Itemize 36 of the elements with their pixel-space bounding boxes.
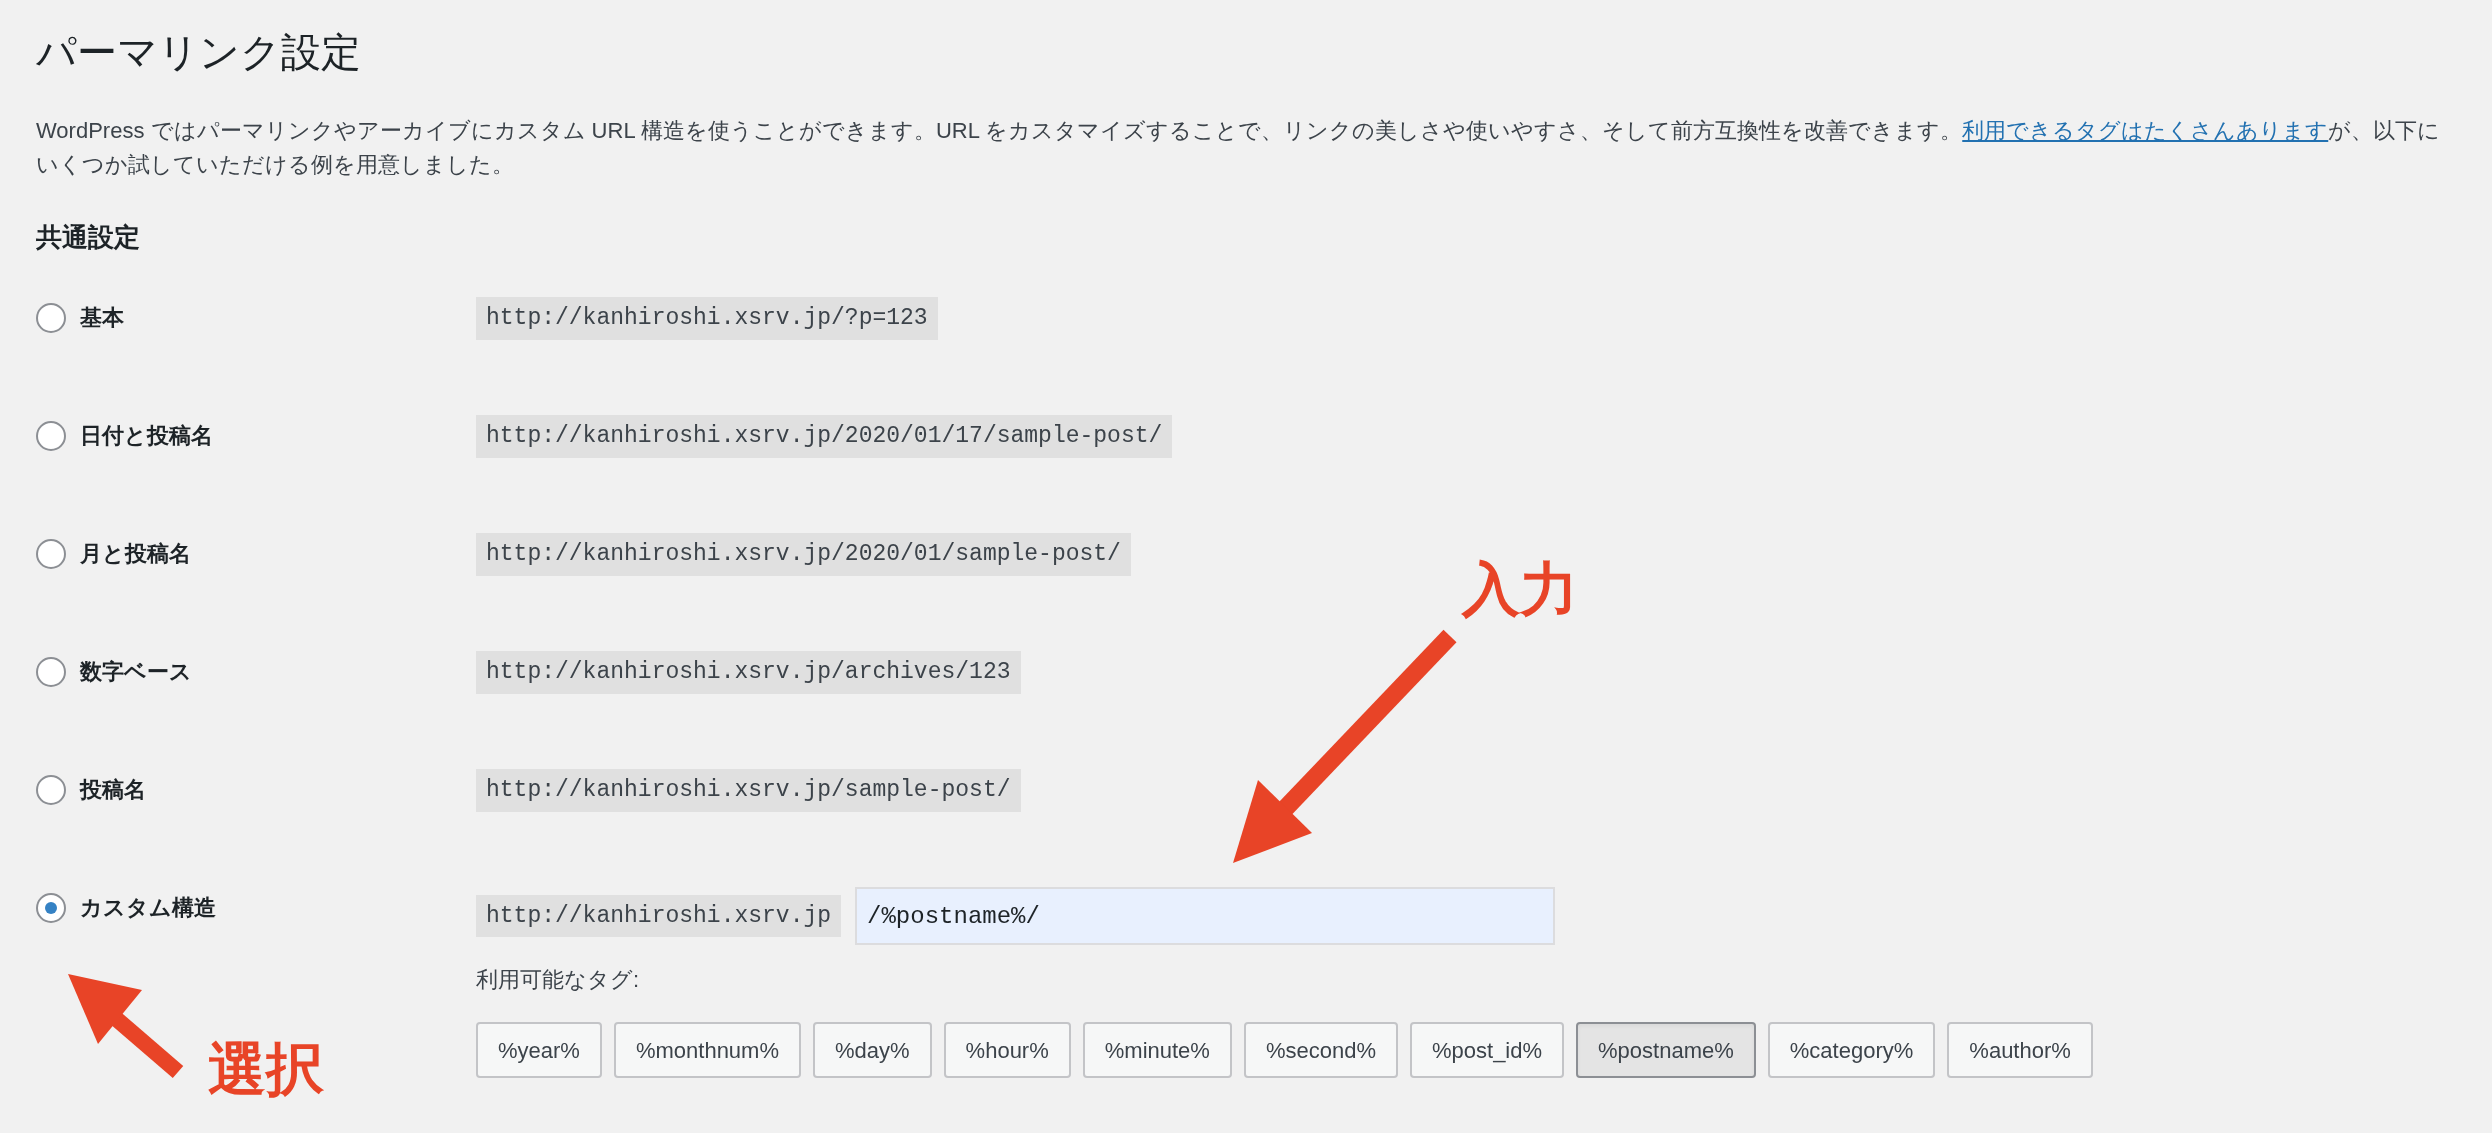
intro-paragraph: WordPress ではパーマリンクやアーカイブにカスタム URL 構造を使うことができます。URL をカスタマイズすることで、リンクの美しさや使いやすさ、そして前方互換性を改善できます。利用できるタグはたくさんありますが、以下にいくつか試していただける例を用意しました。 bbox=[36, 117, 2442, 179]
section-title: 共通設定 bbox=[36, 221, 140, 254]
page-title: パーマリンク設定 bbox=[36, 29, 361, 76]
option-label: 月と投稿名 bbox=[80, 540, 191, 568]
url-example: http://kanhiroshi.xsrv.jp/sample-post/ bbox=[476, 769, 1021, 812]
annotation-text: 選択 bbox=[208, 1040, 324, 1098]
tag-button[interactable]: %minute% bbox=[1082, 1022, 1232, 1078]
option-label: 基本 bbox=[80, 304, 124, 332]
tags-link[interactable]: 利用できるタグはたくさんあります bbox=[1962, 118, 2329, 143]
tag-button[interactable]: %monthnum% bbox=[613, 1022, 801, 1078]
url-example: http://kanhiroshi.xsrv.jp/?p=123 bbox=[476, 297, 938, 340]
url-example: http://kanhiroshi.xsrv.jp/2020/01/17/sample-post/ bbox=[476, 415, 1173, 458]
radio-button[interactable] bbox=[36, 538, 66, 569]
custom-structure-field[interactable]: /%postname%/ bbox=[855, 887, 1556, 945]
tag-button[interactable]: %author% bbox=[1947, 1022, 2093, 1078]
tag-button[interactable]: %year% bbox=[476, 1022, 602, 1078]
tag-button[interactable]: %hour% bbox=[943, 1022, 1071, 1078]
tags-label: 利用可能なタグ: bbox=[476, 966, 640, 994]
radio-button[interactable] bbox=[36, 656, 66, 687]
option-label: 日付と投稿名 bbox=[80, 422, 213, 450]
url-prefix: http://kanhiroshi.xsrv.jp bbox=[476, 894, 842, 938]
radio-button[interactable] bbox=[36, 302, 66, 333]
tag-button[interactable]: %day% bbox=[813, 1022, 932, 1078]
tag-button[interactable]: %category% bbox=[1767, 1022, 1936, 1078]
option-label: 投稿名 bbox=[80, 776, 146, 804]
annotation-text: 入力 bbox=[1462, 560, 1578, 618]
option-label: カスタム構造 bbox=[80, 894, 216, 922]
url-example: http://kanhiroshi.xsrv.jp/archives/123 bbox=[476, 651, 1021, 694]
radio-button[interactable] bbox=[36, 774, 66, 805]
tag-button[interactable]: %second% bbox=[1243, 1022, 1398, 1078]
tag-button[interactable]: %post_id% bbox=[1410, 1022, 1565, 1078]
url-example: http://kanhiroshi.xsrv.jp/2020/01/sample-post/ bbox=[476, 533, 1131, 576]
radio-button[interactable] bbox=[36, 892, 66, 923]
radio-button[interactable] bbox=[36, 420, 66, 451]
option-label: 数字ベース bbox=[80, 658, 192, 686]
tag-button[interactable]: %postname% bbox=[1576, 1022, 1756, 1078]
